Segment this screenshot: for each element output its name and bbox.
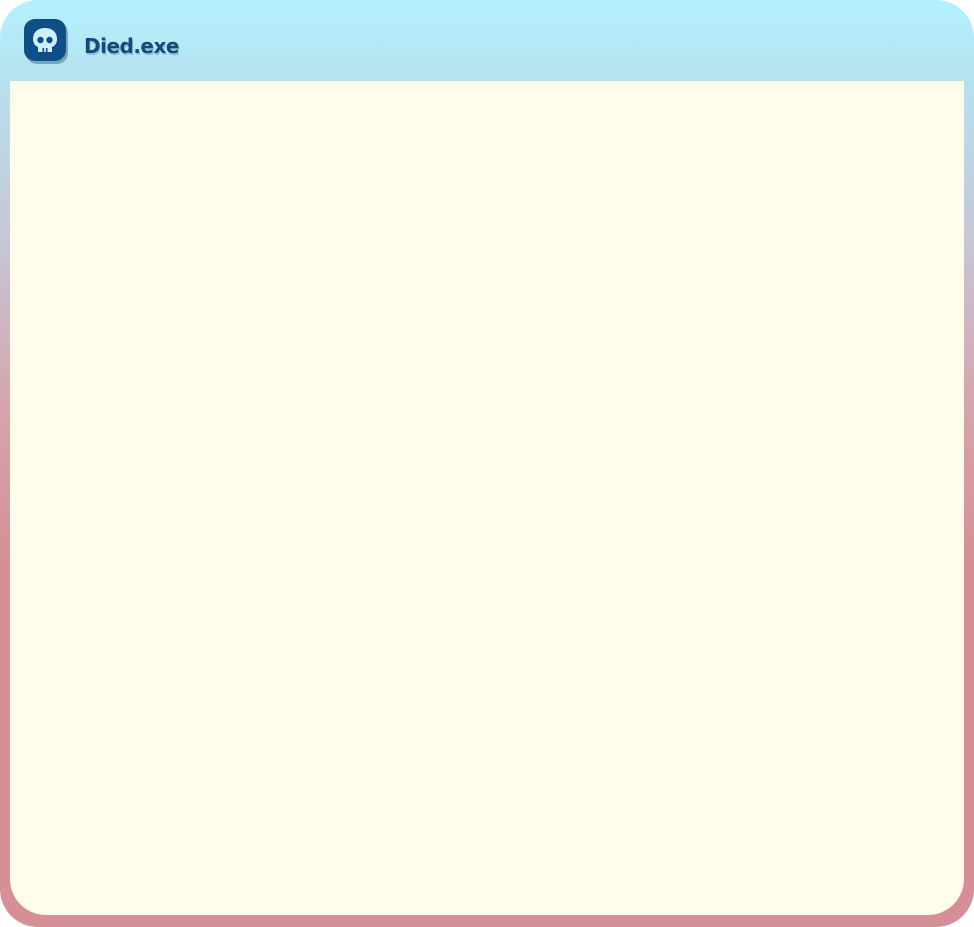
window-content-area: [10, 81, 964, 915]
window-title: Died.exe: [84, 34, 179, 58]
app-window: Died.exe: [0, 0, 974, 927]
title-bar[interactable]: Died.exe: [0, 0, 974, 80]
skull-icon: [24, 19, 66, 61]
